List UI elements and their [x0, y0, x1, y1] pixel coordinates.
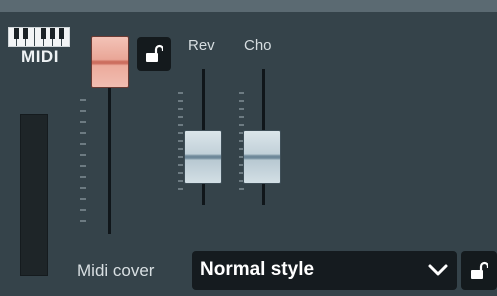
scale-tick — [80, 143, 86, 145]
scale-tick — [80, 187, 86, 189]
scale-tick — [80, 209, 86, 211]
scale-tick — [178, 140, 183, 142]
midi-cover-selected-value: Normal style — [200, 259, 315, 280]
scale-tick — [178, 132, 183, 134]
scale-tick — [80, 176, 86, 178]
scale-tick — [80, 198, 86, 200]
scale-tick — [178, 164, 183, 166]
midi-cover-dropdown[interactable]: Normal style — [192, 251, 457, 290]
padlock-unlocked-icon — [471, 261, 488, 279]
volume-slider-handle[interactable] — [91, 36, 129, 88]
scale-tick — [178, 92, 183, 94]
scale-tick — [239, 108, 244, 110]
scale-tick — [239, 116, 244, 118]
reverb-slider-handle[interactable] — [184, 130, 222, 184]
chorus-slider-handle[interactable] — [243, 130, 281, 184]
scale-tick — [239, 188, 244, 190]
level-meter — [20, 114, 48, 276]
scale-tick — [178, 116, 183, 118]
volume-lock-button[interactable] — [137, 37, 171, 71]
scale-tick — [80, 154, 86, 156]
scale-tick — [178, 188, 183, 190]
scale-tick — [80, 220, 86, 222]
scale-tick — [178, 180, 183, 182]
scale-tick — [80, 99, 86, 101]
scale-tick — [239, 124, 244, 126]
reverb-label: Rev — [188, 37, 215, 54]
chevron-down-icon — [428, 264, 448, 276]
scale-tick — [80, 110, 86, 112]
scale-tick — [80, 132, 86, 134]
scale-tick — [178, 172, 183, 174]
scale-tick — [178, 148, 183, 150]
midi-label: MIDI — [21, 47, 59, 66]
padlock-unlocked-icon — [146, 44, 163, 62]
piano-keys-icon — [8, 27, 70, 47]
scale-tick — [80, 121, 86, 123]
scale-tick — [178, 124, 183, 126]
chorus-label: Cho — [244, 37, 272, 54]
scale-tick — [178, 108, 183, 110]
scale-tick — [239, 92, 244, 94]
scale-tick — [239, 100, 244, 102]
midi-cover-label: Midi cover — [77, 261, 155, 280]
scale-tick — [178, 156, 183, 158]
scale-tick — [80, 165, 86, 167]
midi-cover-lock-button[interactable] — [461, 251, 497, 290]
scale-tick — [178, 100, 183, 102]
